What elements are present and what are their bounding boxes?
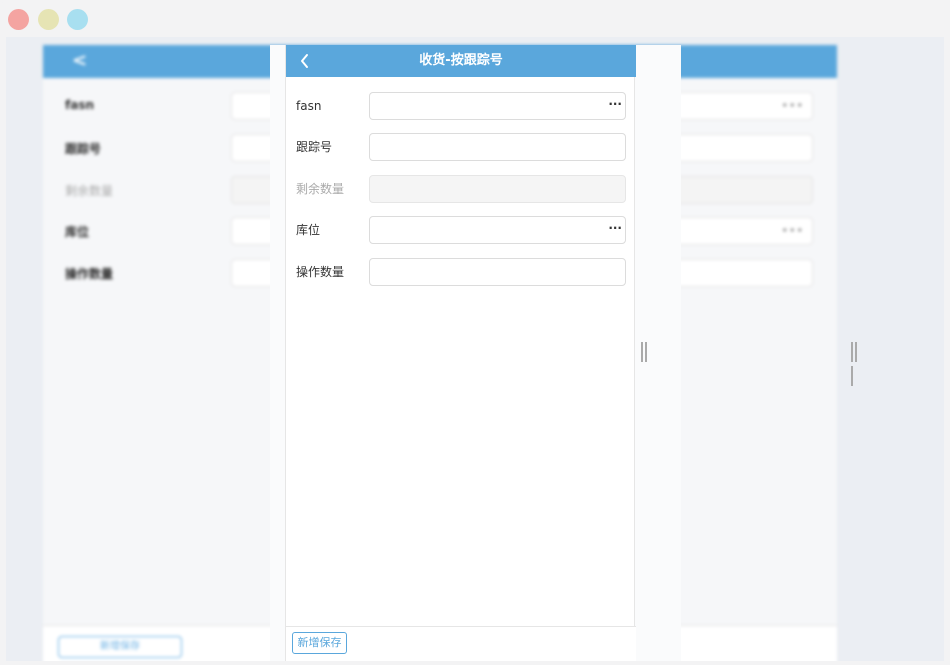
remaining-row: 剩余数量 — [286, 175, 636, 205]
location-row: 库位 ··· — [286, 216, 636, 246]
background-label-tracking: 跟踪号 — [65, 142, 102, 156]
add-save-button[interactable]: 新增保存 — [292, 632, 347, 654]
nav-bar: 收货-按跟踪号 — [286, 45, 636, 77]
minimize-window-button[interactable] — [38, 9, 59, 30]
location-label: 库位 — [296, 223, 321, 237]
operate-qty-input[interactable] — [369, 258, 626, 286]
mobile-form-panel: 收货-按跟踪号 fasn ··· 跟踪号 剩余数量 库位 ··· 操作数量 新增… — [285, 45, 636, 661]
tracking-label: 跟踪号 — [296, 140, 333, 154]
operate-qty-label: 操作数量 — [296, 265, 345, 279]
operate-qty-row: 操作数量 — [286, 258, 636, 288]
fasn-input[interactable] — [369, 92, 626, 120]
fasn-more-ellipsis-icon[interactable]: ··· — [608, 97, 622, 111]
ellipsis-icon: ••• — [781, 99, 804, 112]
app-window: < fasn ••• 跟踪号 剩余数量 库位 ••• 操作数量 新增保存 收货-… — [0, 0, 950, 665]
viewport: < fasn ••• 跟踪号 剩余数量 库位 ••• 操作数量 新增保存 收货-… — [6, 37, 944, 661]
ellipsis-icon: ••• — [781, 224, 804, 237]
resize-handle[interactable] — [641, 342, 649, 362]
location-more-ellipsis-icon[interactable]: ··· — [608, 221, 622, 235]
background-label-location: 库位 — [65, 225, 90, 239]
maximize-window-button[interactable] — [67, 9, 88, 30]
tracking-input[interactable] — [369, 133, 626, 161]
tracking-row: 跟踪号 — [286, 133, 636, 163]
remaining-label: 剩余数量 — [296, 182, 345, 196]
background-save-button: 新增保存 — [58, 636, 182, 658]
background-resize-handle — [851, 342, 861, 386]
location-input[interactable] — [369, 216, 626, 244]
background-label-fasn: fasn — [65, 98, 95, 112]
page-title: 收货-按跟踪号 — [419, 53, 503, 68]
remaining-input — [369, 175, 626, 203]
fasn-row: fasn ··· — [286, 92, 636, 122]
close-window-button[interactable] — [8, 9, 29, 30]
background-label-remaining: 剩余数量 — [65, 184, 114, 198]
background-back-icon: < — [72, 50, 88, 71]
background-label-operate-qty: 操作数量 — [65, 267, 114, 281]
fasn-label: fasn — [296, 99, 322, 113]
footer-bar: 新增保存 — [286, 626, 636, 661]
